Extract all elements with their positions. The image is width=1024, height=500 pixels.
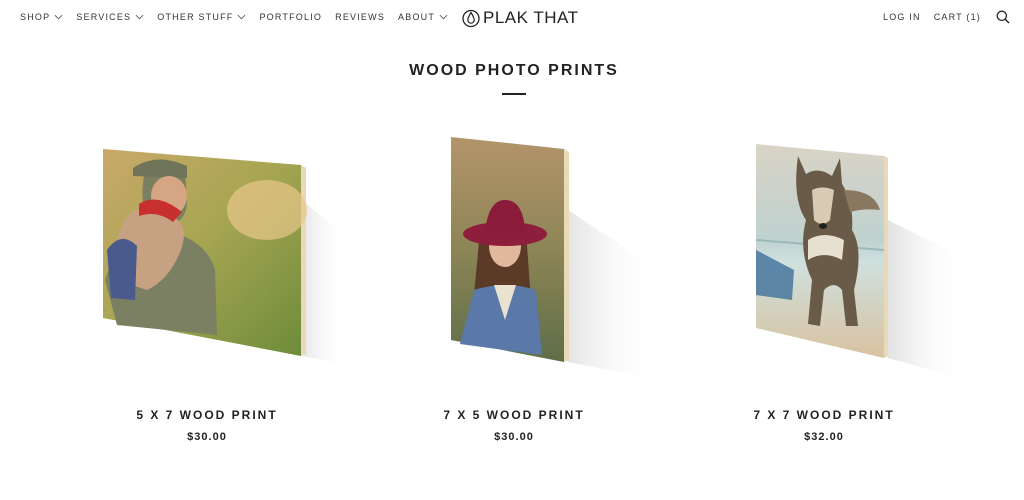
nav-item-about[interactable]: ABOUT xyxy=(398,12,448,22)
product-card-5x7[interactable]: 5 X 7 WOOD PRINT $30.00 xyxy=(77,130,337,460)
search-icon[interactable] xyxy=(996,10,1010,24)
nav-label: ABOUT xyxy=(398,12,436,22)
product-card-7x5[interactable]: 7 X 5 WOOD PRINT $30.00 xyxy=(384,130,644,460)
product-image-girl-in-red-hat[interactable] xyxy=(384,130,644,380)
site-logo[interactable]: PLAK THAT xyxy=(462,8,579,28)
login-label: LOG IN xyxy=(883,12,921,22)
logo-text: PLAK THAT xyxy=(483,8,579,27)
nav-label: OTHER STUFF xyxy=(157,12,234,22)
product-name[interactable]: 5 X 7 WOOD PRINT xyxy=(77,408,337,422)
nav-item-other-stuff[interactable]: OTHER STUFF xyxy=(157,12,246,22)
chevron-down-icon xyxy=(135,14,144,20)
nav-label: PORTFOLIO xyxy=(259,12,323,22)
chevron-down-icon xyxy=(54,14,63,20)
login-link[interactable]: LOG IN xyxy=(883,12,921,22)
title-divider xyxy=(502,93,526,95)
cart-link[interactable]: CART (1) xyxy=(934,12,981,22)
product-price: $30.00 xyxy=(494,431,534,443)
nav-item-services[interactable]: SERVICES xyxy=(76,12,144,22)
nav-item-reviews[interactable]: REVIEWS xyxy=(335,12,385,22)
product-image-soldier-hugging-child[interactable] xyxy=(77,130,337,380)
account-nav: LOG IN CART (1) xyxy=(883,10,1010,24)
cart-label: CART (1) xyxy=(933,12,981,22)
product-name[interactable]: 7 X 7 WOOD PRINT xyxy=(694,408,954,422)
nav-item-shop[interactable]: SHOP xyxy=(20,12,63,22)
drop-logo-icon xyxy=(462,9,480,28)
product-card-7x7[interactable]: 7 X 7 WOOD PRINT $32.00 xyxy=(694,130,954,460)
product-name[interactable]: 7 X 5 WOOD PRINT xyxy=(384,408,644,422)
site-header: SHOP SERVICES OTHER STUFF PORTFOLIO REVI… xyxy=(0,0,1024,36)
nav-label: REVIEWS xyxy=(335,12,386,22)
nav-item-portfolio[interactable]: PORTFOLIO xyxy=(259,12,322,22)
product-price: $30.00 xyxy=(187,431,227,443)
nav-label: SHOP xyxy=(20,12,51,22)
main-nav: SHOP SERVICES OTHER STUFF PORTFOLIO REVI… xyxy=(20,12,461,22)
page-title: WOOD PHOTO PRINTS xyxy=(409,62,619,79)
nav-label: SERVICES xyxy=(76,12,132,22)
chevron-down-icon xyxy=(439,14,448,20)
chevron-down-icon xyxy=(238,14,246,20)
product-image-dog-on-beach[interactable] xyxy=(694,130,954,380)
product-price: $32.00 xyxy=(804,431,844,443)
